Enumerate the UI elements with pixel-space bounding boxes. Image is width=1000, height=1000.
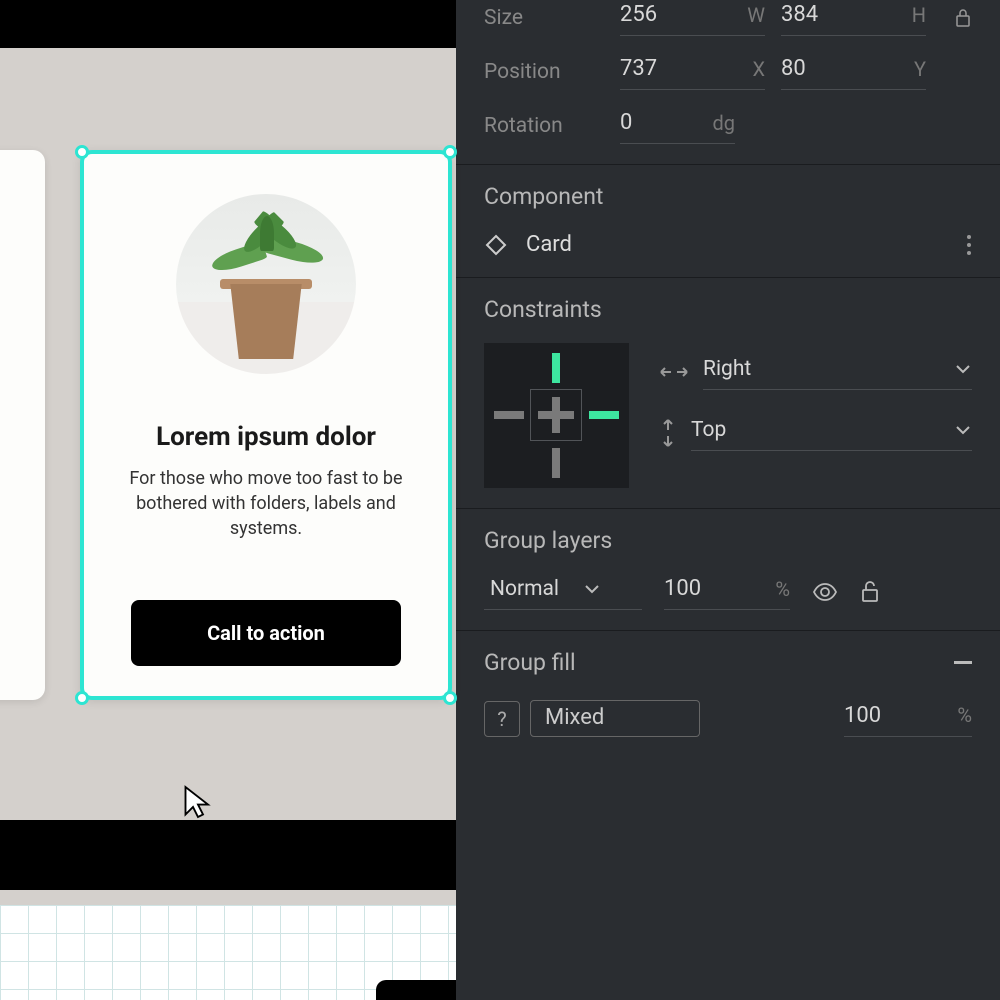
blend-mode-select[interactable]: Normal [484,575,642,610]
constraints-widget[interactable] [484,343,629,488]
horizontal-constraint-value: Right [703,357,751,381]
properties-panel: Size 256 W 384 H Position 737 X 80 Y [456,0,1000,1000]
selected-card-component[interactable]: Lorem ipsum dolor For those who move too… [80,150,452,700]
constraint-bar-bottom[interactable] [552,448,560,478]
chevron-down-icon [954,424,972,436]
transform-section: Size 256 W 384 H Position 737 X 80 Y [456,0,1000,165]
component-section: Component Card [456,165,1000,278]
card-title: Lorem ipsum dolor [156,422,376,452]
fill-opacity-unit: % [957,703,972,727]
layer-opacity-unit: % [775,577,790,601]
layer-opacity-field[interactable]: 100 % [664,574,790,610]
group-layers-title: Group layers [484,527,972,554]
y-field[interactable]: 80 Y [781,54,926,90]
group-fill-title: Group fill [484,649,576,676]
fill-opacity-value: 100 [844,703,894,728]
resize-handle-bottom-right[interactable] [443,691,457,705]
height-unit: H [912,3,926,27]
rotation-field[interactable]: 0 dg [620,108,735,144]
x-field[interactable]: 737 X [620,54,765,90]
y-unit: Y [914,57,926,81]
constraints-section: Constraints Right [456,278,1000,509]
card-image-plant [176,194,356,374]
canvas-dark-region-top [0,0,456,48]
resize-handle-bottom-left[interactable] [75,691,89,705]
rotation-label: Rotation [484,114,604,138]
position-label: Position [484,60,604,84]
component-icon [484,233,508,257]
vertical-constraint-select[interactable]: Top [691,414,972,451]
component-link[interactable]: Card [484,232,572,257]
layer-opacity-value: 100 [664,576,714,601]
horizontal-arrows-icon [659,363,689,381]
constraint-bar-top[interactable] [552,353,560,383]
vertical-constraint-value: Top [691,418,726,442]
canvas-grid-region [0,905,456,1000]
size-label: Size [484,6,604,30]
resize-handle-top-left[interactable] [75,145,89,159]
rotation-unit: dg [712,111,735,135]
constraint-bar-left[interactable] [494,411,524,419]
canvas-dark-region-bottom [0,820,456,890]
x-value: 737 [620,56,670,81]
component-options-icon[interactable] [966,234,972,256]
width-value: 256 [620,2,670,27]
constraint-bar-right[interactable] [589,411,619,419]
constraint-bar-center-v[interactable] [552,397,560,433]
horizontal-constraint-select[interactable]: Right [703,353,972,390]
fill-value-field[interactable]: Mixed [530,700,700,737]
width-field[interactable]: 256 W [620,0,765,36]
visibility-toggle-icon[interactable] [812,583,838,601]
fill-swatch[interactable]: ? [484,701,520,737]
x-unit: X [752,57,765,81]
cursor-icon [183,784,213,820]
constraints-section-title: Constraints [484,296,972,323]
rotation-value: 0 [620,110,670,135]
component-name: Card [526,232,572,257]
y-value: 80 [781,56,831,81]
resize-handle-top-right[interactable] [443,145,457,159]
width-unit: W [747,3,765,27]
fill-opacity-field[interactable]: 100 % [844,701,972,737]
remove-fill-icon[interactable] [954,661,972,665]
lock-aspect-icon[interactable] [954,8,972,28]
card-description: For those who move too fast to be bother… [114,466,418,542]
vertical-arrows-icon [659,418,677,448]
group-layers-section: Group layers Normal 100 % [456,509,1000,631]
chevron-down-icon [583,583,601,595]
blend-mode-value: Normal [490,577,559,601]
group-fill-section: Group fill ? Mixed 100 % [456,631,1000,757]
height-value: 384 [781,2,831,27]
adjacent-card-partial[interactable] [0,150,45,700]
card-cta-button[interactable]: Call to action [131,600,401,666]
height-field[interactable]: 384 H [781,0,926,36]
chevron-down-icon [954,363,972,375]
lock-toggle-icon[interactable] [860,581,880,603]
component-section-title: Component [484,183,603,210]
design-canvas[interactable]: Lorem ipsum dolor For those who move too… [0,0,456,1000]
